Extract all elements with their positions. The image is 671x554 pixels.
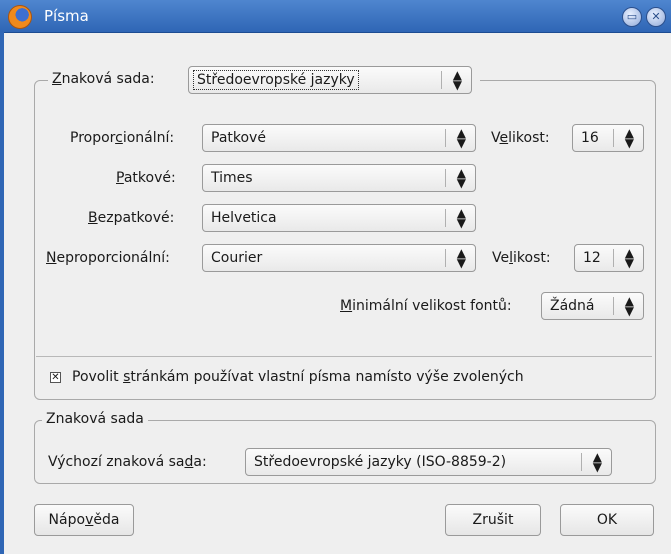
size1-label: Velikost: — [491, 130, 550, 146]
proportional-select[interactable]: Patkové ▲ ▼ — [202, 124, 476, 152]
help-button[interactable]: Nápověda — [34, 504, 134, 536]
chevron-updown-icon: ▲ ▼ — [456, 246, 466, 270]
firefox-logo-icon — [8, 5, 32, 29]
charset-label: Znaková sada: — [52, 71, 155, 87]
serif-select[interactable]: Times ▲ ▼ — [202, 164, 476, 192]
minimize-icon[interactable]: ▭ — [622, 7, 642, 27]
size2-label: Velikost: — [492, 250, 551, 266]
chevron-updown-icon: ▲ ▼ — [624, 246, 634, 270]
size2-select[interactable]: 12 ▲ ▼ — [574, 244, 644, 272]
proportional-label: Proporcionální: — [70, 130, 175, 146]
title-bar: Písma ▭ ✕ — [0, 0, 671, 33]
ok-button[interactable]: OK — [560, 504, 654, 536]
charset-row: Znaková sada: Středoevropské jazyky ▲ ▼ — [48, 66, 480, 94]
serif-label: Patkové: — [116, 170, 176, 186]
chevron-updown-icon: ▲ ▼ — [592, 450, 602, 474]
close-icon[interactable]: ✕ — [646, 7, 666, 27]
allow-pages-checkbox[interactable]: ✕ — [50, 372, 61, 383]
window-title: Písma — [44, 7, 89, 25]
divider — [36, 356, 652, 357]
chevron-updown-icon: ▲ ▼ — [624, 294, 634, 318]
charset-select[interactable]: Středoevropské jazyky ▲ ▼ — [188, 66, 472, 94]
chevron-updown-icon: ▲ ▼ — [456, 126, 466, 150]
chevron-updown-icon: ▲ ▼ — [456, 166, 466, 190]
mono-label: Neproporcionální: — [46, 250, 170, 266]
chevron-updown-icon: ▲ ▼ — [452, 68, 462, 92]
size1-select[interactable]: 16 ▲ ▼ — [572, 124, 644, 152]
cancel-button[interactable]: Zrušit — [445, 504, 541, 536]
check-mark-icon: ✕ — [51, 372, 60, 383]
minsize-select[interactable]: Žádná ▲ ▼ — [541, 292, 644, 320]
sans-select[interactable]: Helvetica ▲ ▼ — [202, 204, 476, 232]
default-charset-select[interactable]: Středoevropské jazyky (ISO-8859-2) ▲ ▼ — [245, 448, 612, 476]
allow-pages-label: Povolit stránkám používat vlastní písma … — [72, 369, 524, 385]
charset-group-legend: Znaková sada — [42, 411, 148, 427]
window-left-border — [0, 32, 4, 554]
sans-label: Bezpatkové: — [88, 210, 175, 226]
mono-select[interactable]: Courier ▲ ▼ — [202, 244, 476, 272]
minsize-label: Minimální velikost fontů: — [340, 298, 512, 314]
chevron-updown-icon: ▲ ▼ — [624, 126, 634, 150]
chevron-updown-icon: ▲ ▼ — [456, 206, 466, 230]
default-charset-label: Výchozí znaková sada: — [48, 454, 207, 470]
